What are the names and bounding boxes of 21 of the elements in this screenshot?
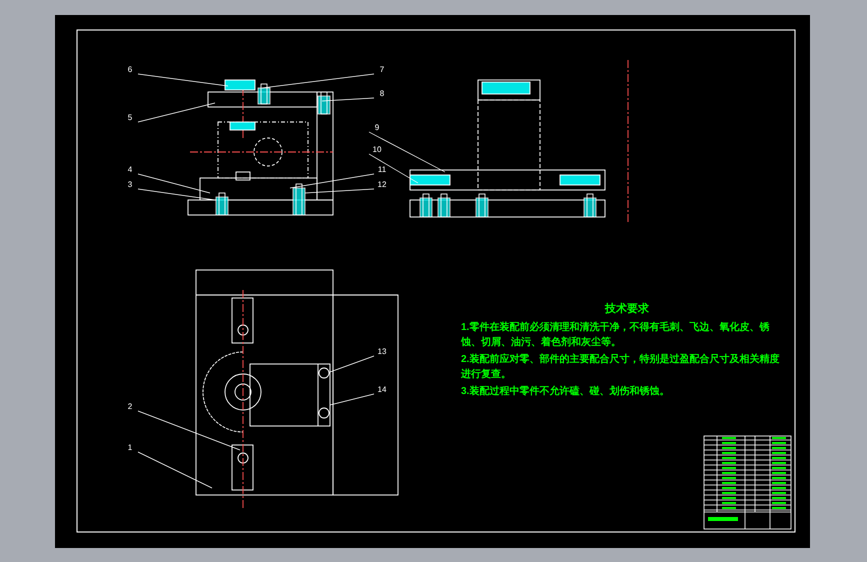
- part-number: 11: [378, 165, 386, 174]
- requirement-text: 3.装配过程中零件不允许磕、碰、划伤和锈蚀。: [461, 384, 670, 399]
- part-number: 10: [372, 145, 382, 154]
- part-number: 9: [374, 123, 380, 132]
- part-number: 7: [380, 65, 384, 74]
- leader-line: [322, 98, 374, 102]
- part-number: 13: [378, 347, 386, 356]
- leader-line: [330, 356, 374, 372]
- part-number: 4: [128, 165, 132, 174]
- leader-line: [330, 394, 374, 406]
- part-number: 14: [378, 385, 386, 394]
- part-number: 2: [128, 402, 132, 411]
- part-number: 12: [378, 180, 386, 189]
- part-number: 3: [128, 180, 132, 189]
- requirements-title: 技术要求: [605, 302, 649, 317]
- requirement-text: 2.装配前应对零、部件的主要配合尺寸，特别是过盈配合尺寸及相关精度进行复查。: [461, 352, 780, 382]
- part-number: 1: [128, 443, 132, 452]
- requirement-text: 1.零件在装配前必须清理和清洗干净，不得有毛刺、飞边、氧化皮、锈蚀、切屑、油污、着色剂和灰尘等。: [461, 320, 770, 350]
- part-number: 8: [380, 89, 384, 98]
- part-number: 5: [128, 113, 132, 122]
- part-number: 6: [128, 65, 132, 74]
